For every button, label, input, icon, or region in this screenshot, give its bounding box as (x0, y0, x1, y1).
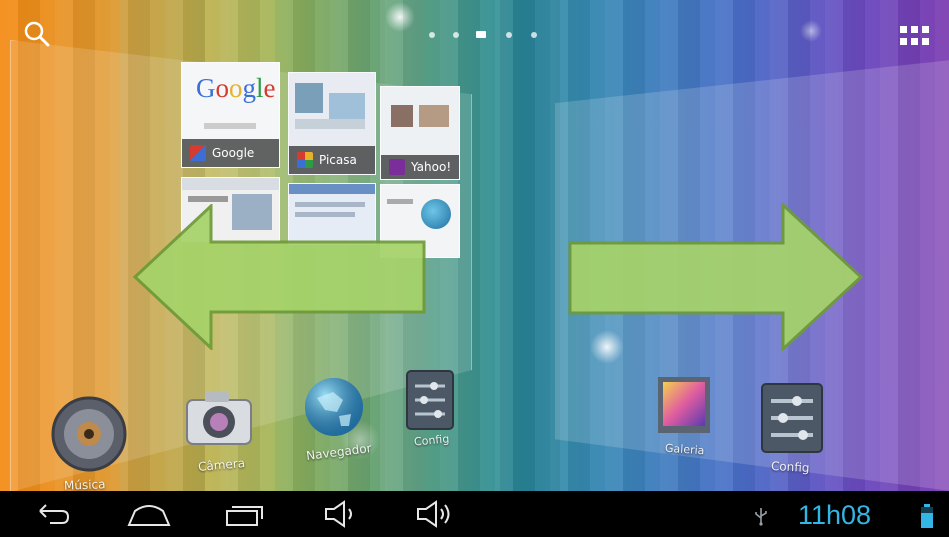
widget-label: Google (212, 146, 255, 160)
usb-icon (752, 506, 770, 526)
battery-icon (920, 503, 934, 529)
picasa-widget[interactable]: Picasa (288, 72, 376, 175)
all-apps-icon[interactable] (898, 24, 932, 50)
recent-apps-icon[interactable] (224, 499, 264, 529)
widget-label: Picasa (319, 153, 357, 167)
page-dot-active (476, 31, 486, 38)
home-icon[interactable] (126, 499, 172, 529)
page-dot (453, 32, 459, 38)
volume-down-icon[interactable] (322, 499, 362, 529)
settings-app-icon[interactable] (761, 383, 823, 453)
page-dot (429, 32, 435, 38)
google-logo: Google (196, 73, 276, 103)
page-dot (531, 32, 537, 38)
back-icon[interactable] (32, 499, 72, 529)
yahoo-widget[interactable]: Yahoo! (380, 86, 460, 180)
page-dot (506, 32, 512, 38)
volume-up-icon[interactable] (414, 499, 454, 529)
google-widget[interactable]: Google Google (181, 62, 280, 168)
arrow-right-icon (568, 203, 864, 351)
arrow-left-icon (132, 204, 426, 350)
camera-app-icon[interactable] (185, 388, 253, 448)
widget-label: Yahoo! (411, 160, 452, 174)
app-label: Config (770, 459, 810, 475)
settings-app-icon[interactable] (406, 370, 454, 430)
gallery-app-icon[interactable] (657, 376, 711, 434)
home-screen: Google Google Picasa Yahoo! Música Câmer… (0, 0, 949, 537)
music-app-icon[interactable] (50, 395, 128, 473)
clock: 11h08 (798, 500, 872, 530)
browser-app-icon[interactable] (303, 376, 365, 438)
app-label: Galeria (664, 441, 705, 458)
